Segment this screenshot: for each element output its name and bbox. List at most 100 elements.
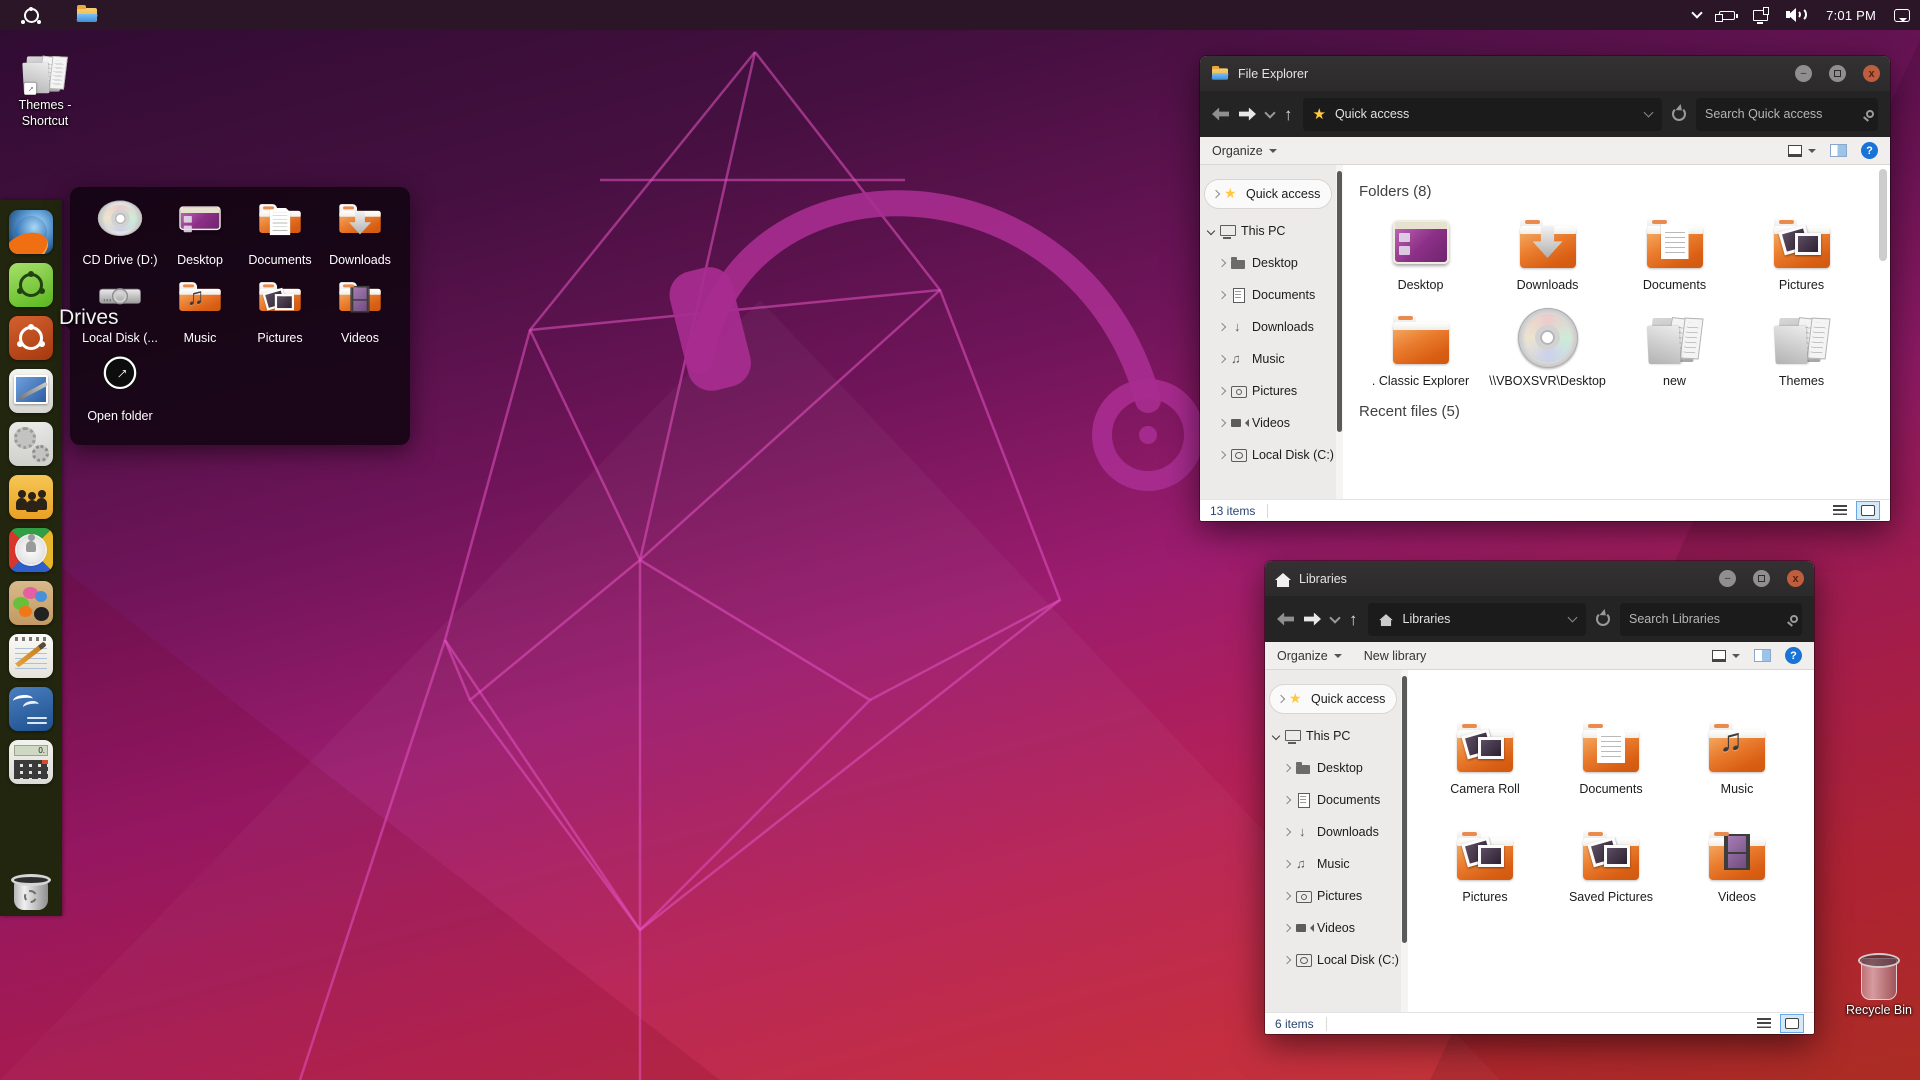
file-item-videos[interactable]: Videos bbox=[1674, 822, 1800, 906]
address-bar[interactable]: ★ Quick access bbox=[1302, 97, 1662, 131]
thumbnail-view-button[interactable] bbox=[1780, 1014, 1804, 1033]
sidebar-item-documents[interactable]: Documents bbox=[1200, 279, 1336, 311]
dock-item-users[interactable] bbox=[7, 473, 55, 521]
address-chevron-icon[interactable] bbox=[1567, 612, 1578, 623]
chevron-right-icon[interactable] bbox=[1282, 891, 1292, 901]
flyout-item-cd-drive-d[interactable]: CD Drive (D:) bbox=[80, 199, 160, 267]
chevron-right-icon[interactable] bbox=[1282, 827, 1292, 837]
address-bar[interactable]: Libraries bbox=[1367, 602, 1586, 636]
thumbnail-view-button[interactable] bbox=[1856, 501, 1880, 520]
sidebar-item-local-disk-c[interactable]: Local Disk (C:) bbox=[1200, 439, 1336, 471]
flyout-item-open-folder[interactable]: Open folder bbox=[80, 355, 160, 423]
help-button[interactable] bbox=[1861, 142, 1878, 159]
recent-locations-chevron[interactable] bbox=[1329, 611, 1341, 624]
file-item-themes[interactable]: Themes bbox=[1738, 306, 1865, 390]
close-button[interactable]: x bbox=[1863, 65, 1880, 82]
file-item-documents[interactable]: Documents bbox=[1611, 210, 1738, 294]
chevron-right-icon[interactable] bbox=[1282, 763, 1292, 773]
sidebar-item-local-disk-c[interactable]: Local Disk (C:) bbox=[1265, 944, 1401, 976]
search-box[interactable] bbox=[1620, 602, 1802, 636]
file-item-new[interactable]: new bbox=[1611, 306, 1738, 390]
up-button[interactable]: ↑ bbox=[1284, 106, 1293, 123]
chevron-right-icon[interactable] bbox=[1217, 290, 1227, 300]
file-item-classic-explorer[interactable]: . Classic Explorer bbox=[1357, 306, 1484, 390]
action-center-icon[interactable] bbox=[1894, 8, 1910, 22]
help-button[interactable] bbox=[1785, 647, 1802, 664]
forward-button[interactable] bbox=[1239, 108, 1256, 121]
chevron-right-icon[interactable] bbox=[1217, 418, 1227, 428]
sidebar-item-desktop[interactable]: Desktop bbox=[1200, 247, 1336, 279]
chevron-right-icon[interactable] bbox=[1276, 694, 1286, 704]
organize-menu[interactable]: Organize bbox=[1212, 144, 1277, 158]
search-input[interactable] bbox=[1705, 107, 1866, 121]
address-chevron-icon[interactable] bbox=[1643, 107, 1654, 118]
dock-item-trash[interactable] bbox=[7, 868, 55, 916]
preview-pane-button[interactable] bbox=[1754, 649, 1771, 662]
details-view-button[interactable] bbox=[1828, 501, 1852, 520]
dock-item-search-tool[interactable] bbox=[7, 526, 55, 574]
maximize-button[interactable] bbox=[1829, 65, 1846, 82]
back-button[interactable] bbox=[1212, 107, 1229, 121]
dock-item-text-editor[interactable] bbox=[7, 632, 55, 680]
chevron-down-icon[interactable] bbox=[1271, 731, 1281, 741]
dock-item-firefox[interactable] bbox=[7, 208, 55, 256]
dock-item-graphics[interactable] bbox=[7, 579, 55, 627]
file-item-desktop[interactable]: Desktop bbox=[1357, 210, 1484, 294]
flyout-item-music[interactable]: ♫ Music bbox=[160, 277, 240, 345]
file-item-pictures[interactable]: Pictures bbox=[1422, 822, 1548, 906]
sidebar-item-pictures[interactable]: Pictures bbox=[1200, 375, 1336, 407]
change-view-button[interactable] bbox=[1788, 144, 1816, 157]
flyout-item-videos[interactable]: Videos bbox=[320, 277, 400, 345]
sidebar-item-downloads[interactable]: Downloads bbox=[1265, 816, 1401, 848]
search-icon[interactable] bbox=[1866, 110, 1874, 118]
flyout-item-documents[interactable]: Documents bbox=[240, 199, 320, 267]
chevron-right-icon[interactable] bbox=[1217, 386, 1227, 396]
sidebar-item-documents[interactable]: Documents bbox=[1265, 784, 1401, 816]
chevron-right-icon[interactable] bbox=[1282, 795, 1292, 805]
minimize-button[interactable]: – bbox=[1719, 570, 1736, 587]
chevron-right-icon[interactable] bbox=[1217, 258, 1227, 268]
chevron-down-icon[interactable] bbox=[1206, 226, 1216, 236]
chevron-right-icon[interactable] bbox=[1217, 322, 1227, 332]
flyout-item-downloads[interactable]: Downloads bbox=[320, 199, 400, 267]
volume-icon[interactable] bbox=[1786, 7, 1808, 23]
flyout-item-pictures[interactable]: Pictures bbox=[240, 277, 320, 345]
desktop-icon-recycle-bin[interactable]: Recycle Bin bbox=[1836, 952, 1920, 1019]
dock-item-system-settings[interactable] bbox=[7, 420, 55, 468]
search-box[interactable] bbox=[1696, 97, 1878, 131]
chevron-right-icon[interactable] bbox=[1211, 189, 1221, 199]
sidebar-item-videos[interactable]: Videos bbox=[1200, 407, 1336, 439]
chevron-right-icon[interactable] bbox=[1282, 955, 1292, 965]
file-item-documents[interactable]: Documents bbox=[1548, 714, 1674, 798]
dock-item-display-settings[interactable] bbox=[7, 367, 55, 415]
sidebar-scrollbar[interactable] bbox=[1402, 676, 1407, 943]
new-library-button[interactable]: New library bbox=[1364, 649, 1427, 663]
tray-chevron-icon[interactable] bbox=[1691, 7, 1703, 19]
sidebar-item-videos[interactable]: Videos bbox=[1265, 912, 1401, 944]
file-item-saved-pictures[interactable]: Saved Pictures bbox=[1548, 822, 1674, 906]
sidebar-item-downloads[interactable]: Downloads bbox=[1200, 311, 1336, 343]
sidebar-item-desktop[interactable]: Desktop bbox=[1265, 752, 1401, 784]
battery-icon[interactable] bbox=[1715, 10, 1739, 22]
minimize-button[interactable]: – bbox=[1795, 65, 1812, 82]
chevron-right-icon[interactable] bbox=[1217, 450, 1227, 460]
titlebar[interactable]: Libraries – x bbox=[1265, 561, 1814, 596]
dock-item-calculator[interactable]: 0. bbox=[7, 738, 55, 786]
maximize-button[interactable] bbox=[1753, 570, 1770, 587]
dock-item-writer[interactable] bbox=[7, 685, 55, 733]
sidebar-item-quick-access[interactable]: Quick access bbox=[1269, 684, 1397, 714]
change-view-button[interactable] bbox=[1712, 649, 1740, 662]
sidebar-item-music[interactable]: Music bbox=[1200, 343, 1336, 375]
organize-menu[interactable]: Organize bbox=[1277, 649, 1342, 663]
close-button[interactable]: x bbox=[1787, 570, 1804, 587]
taskbar-file-explorer-button[interactable] bbox=[70, 0, 104, 30]
chevron-right-icon[interactable] bbox=[1282, 859, 1292, 869]
content-scrollbar[interactable] bbox=[1878, 169, 1888, 495]
preview-pane-button[interactable] bbox=[1830, 144, 1847, 157]
file-item-camera-roll[interactable]: Camera Roll bbox=[1422, 714, 1548, 798]
forward-button[interactable] bbox=[1304, 613, 1321, 626]
clock[interactable]: 7:01 PM bbox=[1826, 8, 1876, 23]
up-button[interactable]: ↑ bbox=[1349, 611, 1358, 628]
chevron-right-icon[interactable] bbox=[1217, 354, 1227, 364]
details-view-button[interactable] bbox=[1752, 1014, 1776, 1033]
